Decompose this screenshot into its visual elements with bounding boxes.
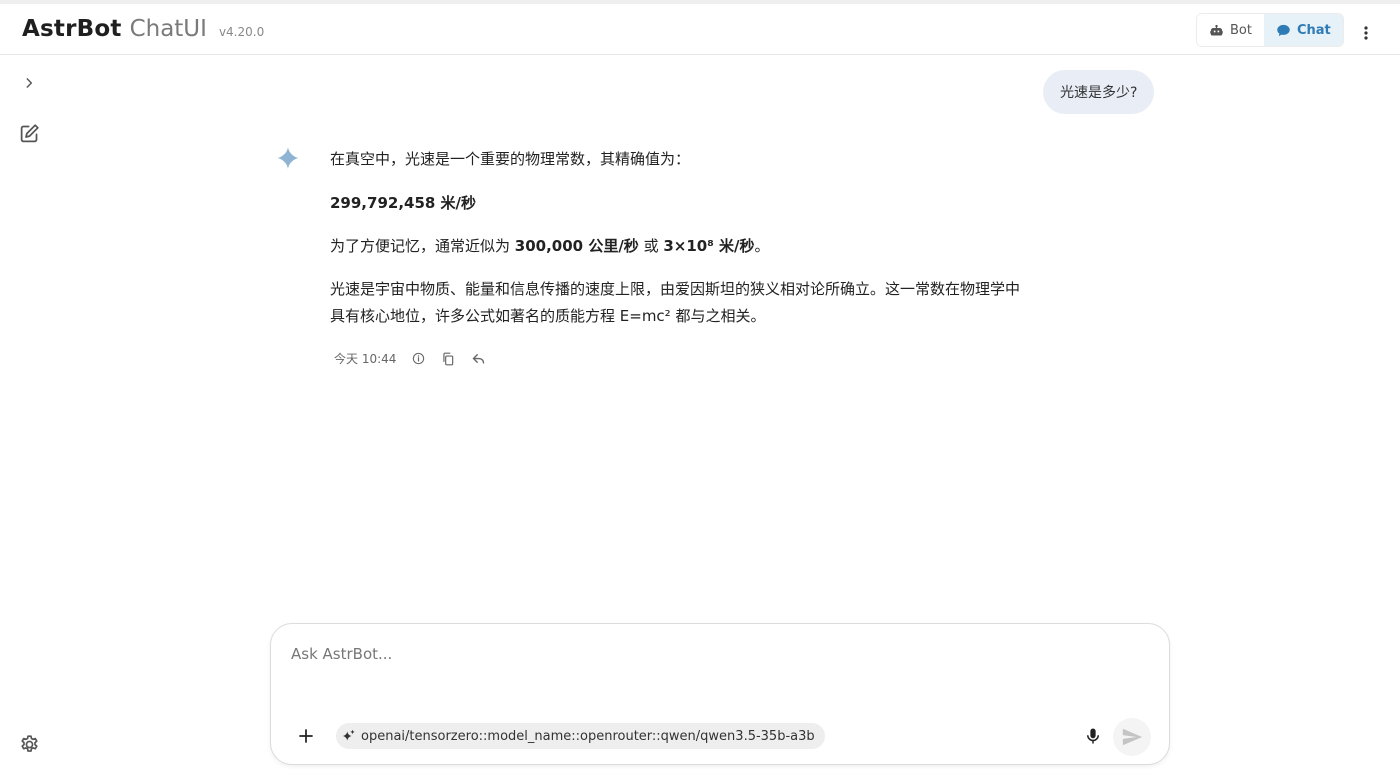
new-chat-button[interactable]	[18, 122, 40, 144]
voice-input-button[interactable]	[1081, 724, 1105, 748]
info-button[interactable]	[410, 351, 426, 367]
brand-name: AstrBot	[22, 16, 122, 42]
bot-explanation-text: 光速是宇宙中物质、能量和信息传播的速度上限，由爱因斯坦的狭义相对论所确立。这一常…	[330, 280, 1021, 325]
chat-mode-label: Chat	[1296, 22, 1331, 38]
brand: AstrBot ChatUI v4.20.0	[22, 16, 264, 42]
message-input[interactable]	[291, 642, 1141, 666]
model-selector[interactable]: openai/tensorzero::model_name::openroute…	[336, 723, 825, 749]
chevron-right-icon	[22, 76, 36, 90]
message-timestamp: 今天 10:44	[334, 352, 397, 366]
sparkle-icon	[276, 146, 300, 170]
copy-icon	[441, 352, 455, 366]
approx-suffix: 。	[754, 237, 770, 255]
user-message: 光速是多少?	[1043, 70, 1155, 114]
edit-icon	[19, 123, 40, 144]
more-vertical-icon	[1364, 26, 1368, 40]
bot-mode-label: Bot	[1230, 22, 1252, 38]
reply-button[interactable]	[470, 351, 486, 367]
brand-subtitle: ChatUI	[129, 16, 207, 42]
reply-icon	[471, 351, 486, 366]
version-label: v4.20.0	[218, 25, 265, 39]
bot-exact-value: 299,792,458 米/秒	[330, 194, 477, 212]
settings-button[interactable]	[18, 733, 40, 755]
expand-sidebar-button[interactable]	[18, 72, 40, 94]
approx-prefix: 为了方便记忆，通常近似为	[330, 237, 515, 255]
send-icon	[1121, 726, 1143, 748]
send-button[interactable]	[1113, 718, 1151, 756]
bot-approx-text: 为了方便记忆，通常近似为 300,000 公里/秒 或 3×10⁸ 米/秒。	[330, 233, 1030, 260]
user-message-text: 光速是多少?	[1060, 85, 1138, 101]
message-composer: openai/tensorzero::model_name::openroute…	[270, 623, 1170, 765]
chat-mode-button[interactable]: Chat	[1263, 14, 1343, 46]
plus-icon	[298, 728, 314, 744]
approx-or: 或	[638, 237, 664, 255]
bot-message: 在真空中，光速是一个重要的物理常数，其精确值为： 299,792,458 米/秒…	[330, 146, 1030, 330]
approx-value-km: 300,000 公里/秒	[514, 237, 639, 255]
bot-mode-button[interactable]: Bot	[1197, 14, 1264, 46]
chat-bubble-icon	[1276, 23, 1291, 38]
attach-button[interactable]	[295, 725, 317, 747]
top-bar: AstrBot ChatUI v4.20.0 Bot Chat	[0, 0, 1400, 55]
copy-button[interactable]	[440, 351, 456, 367]
info-icon	[412, 352, 425, 365]
approx-value-m: 3×10⁸ 米/秒	[663, 237, 755, 255]
more-menu-button[interactable]	[1356, 23, 1376, 43]
chat-app: AstrBot ChatUI v4.20.0 Bot Chat 光速是多少? 在…	[0, 0, 1400, 779]
bot-icon	[1209, 23, 1224, 38]
gear-icon	[19, 734, 40, 755]
model-name: openai/tensorzero::model_name::openroute…	[361, 728, 815, 744]
sparkles-icon	[342, 729, 356, 743]
mode-switch: Bot Chat	[1196, 13, 1344, 47]
bot-avatar	[276, 146, 300, 170]
bot-intro-text: 在真空中，光速是一个重要的物理常数，其精确值为：	[330, 150, 691, 168]
microphone-icon	[1084, 726, 1102, 746]
message-meta: 今天 10:44	[334, 350, 486, 367]
